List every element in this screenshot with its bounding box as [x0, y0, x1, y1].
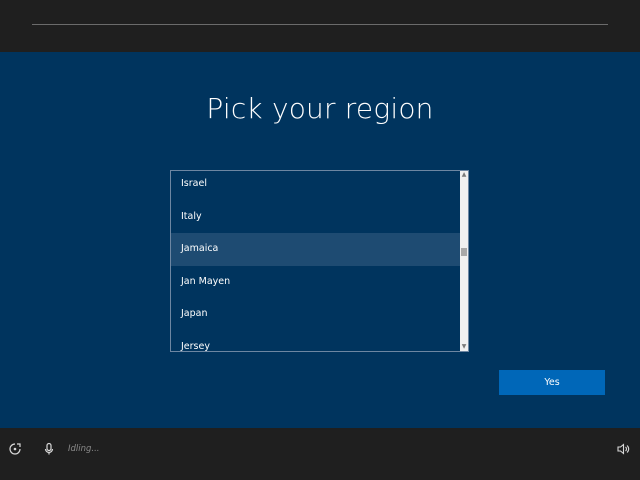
- scrollbar[interactable]: ▲ ▼: [460, 171, 468, 351]
- list-item[interactable]: Israel: [171, 171, 461, 201]
- bottom-bar: Idling...: [0, 428, 640, 480]
- page-title: Pick your region: [206, 92, 434, 125]
- volume-icon[interactable]: [616, 442, 630, 456]
- top-bar: [0, 0, 640, 52]
- oobe-main-panel: Pick your region Israel Italy Jamaica Ja…: [0, 52, 640, 428]
- voice-status-text: Idling...: [68, 444, 100, 454]
- region-list[interactable]: Israel Italy Jamaica Jan Mayen Japan Jer…: [170, 170, 469, 352]
- progress-line: [32, 24, 608, 25]
- microphone-icon[interactable]: [42, 442, 56, 456]
- accessibility-icon[interactable]: [8, 442, 22, 456]
- chevron-down-icon[interactable]: ▼: [460, 343, 468, 351]
- list-item[interactable]: Italy: [171, 201, 461, 234]
- list-item-selected[interactable]: Jamaica: [171, 233, 461, 266]
- list-item[interactable]: Jersey: [171, 331, 461, 352]
- chevron-up-icon[interactable]: ▲: [460, 171, 468, 179]
- list-item[interactable]: Jan Mayen: [171, 266, 461, 299]
- scrollbar-thumb[interactable]: [461, 248, 467, 256]
- region-list-items: Israel Italy Jamaica Jan Mayen Japan Jer…: [171, 171, 461, 352]
- list-item[interactable]: Japan: [171, 298, 461, 331]
- yes-button[interactable]: Yes: [499, 370, 605, 395]
